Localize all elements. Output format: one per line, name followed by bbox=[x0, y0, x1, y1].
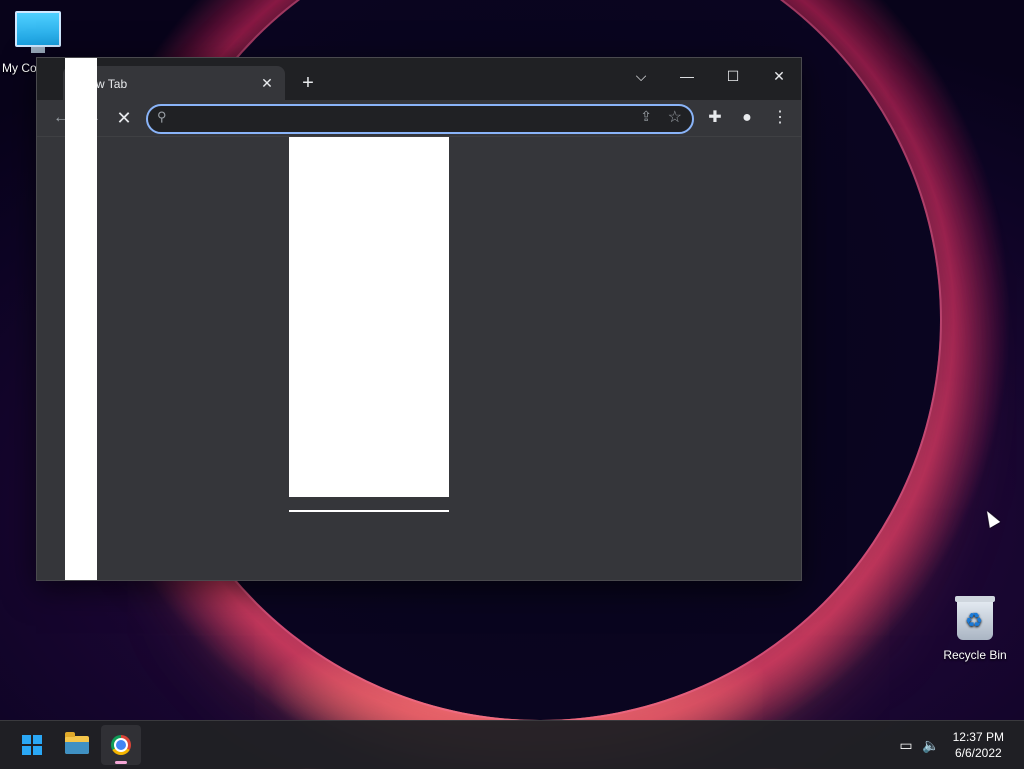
address-input[interactable] bbox=[178, 109, 622, 129]
chrome-icon bbox=[111, 735, 131, 755]
extensions-icon[interactable]: ✚ bbox=[703, 106, 727, 130]
tab-close-icon[interactable]: ✕ bbox=[257, 73, 277, 93]
profile-icon[interactable]: ● bbox=[735, 106, 759, 130]
address-bar[interactable]: ⚲ ⇪ ☆ bbox=[146, 104, 694, 134]
tab-search-button[interactable]: ⌵ bbox=[619, 62, 663, 90]
monitor-icon bbox=[15, 11, 61, 53]
maximize-button[interactable]: ☐ bbox=[711, 62, 755, 90]
desktop-icon-label: Recycle Bin bbox=[943, 648, 1007, 662]
taskbar: ▭ 🔈 12:37 PM 6/6/2022 bbox=[0, 720, 1024, 769]
chrome-taskbar-button[interactable] bbox=[101, 725, 141, 765]
file-explorer-button[interactable] bbox=[57, 725, 97, 765]
rendering-artifact-line bbox=[289, 510, 449, 512]
windows-logo-icon bbox=[22, 735, 42, 755]
browser-window: w Tab ✕ + ⌵ — ☐ ✕ ← → ✕ ⚲ ⇪ ☆ ✚ ● ⋮ bbox=[36, 57, 802, 581]
clock-date: 6/6/2022 bbox=[954, 746, 1002, 760]
start-button[interactable] bbox=[12, 725, 52, 765]
clock[interactable]: 12:37 PM 6/6/2022 bbox=[953, 729, 1004, 761]
share-icon[interactable]: ⇪ bbox=[640, 108, 652, 125]
browser-toolbar: ← → ✕ ⚲ ⇪ ☆ ✚ ● ⋮ bbox=[37, 100, 801, 137]
menu-icon[interactable]: ⋮ bbox=[768, 106, 792, 130]
volume-icon[interactable]: 🔈 bbox=[921, 735, 941, 755]
active-indicator bbox=[115, 761, 127, 764]
bookmark-star-icon[interactable]: ☆ bbox=[668, 107, 682, 127]
minimize-button[interactable]: — bbox=[665, 62, 709, 90]
recycle-bin-icon: ♻ bbox=[955, 596, 995, 640]
close-window-button[interactable]: ✕ bbox=[757, 62, 801, 90]
recycle-bin-desktop-icon[interactable]: ♻ Recycle Bin bbox=[940, 596, 1010, 662]
tab-title: w Tab bbox=[96, 77, 128, 91]
folder-icon bbox=[65, 732, 89, 754]
clock-time: 12:37 PM bbox=[952, 730, 1004, 744]
mouse-cursor-icon bbox=[981, 508, 1001, 528]
stop-loading-button[interactable]: ✕ bbox=[112, 106, 136, 130]
network-icon[interactable]: ▭ bbox=[896, 735, 916, 755]
browser-titlebar: w Tab ✕ + ⌵ — ☐ ✕ bbox=[37, 58, 801, 100]
rendering-artifact-strip bbox=[65, 58, 97, 580]
search-icon: ⚲ bbox=[157, 109, 167, 124]
new-tab-button[interactable]: + bbox=[297, 72, 319, 94]
rendering-artifact-panel bbox=[289, 137, 449, 497]
